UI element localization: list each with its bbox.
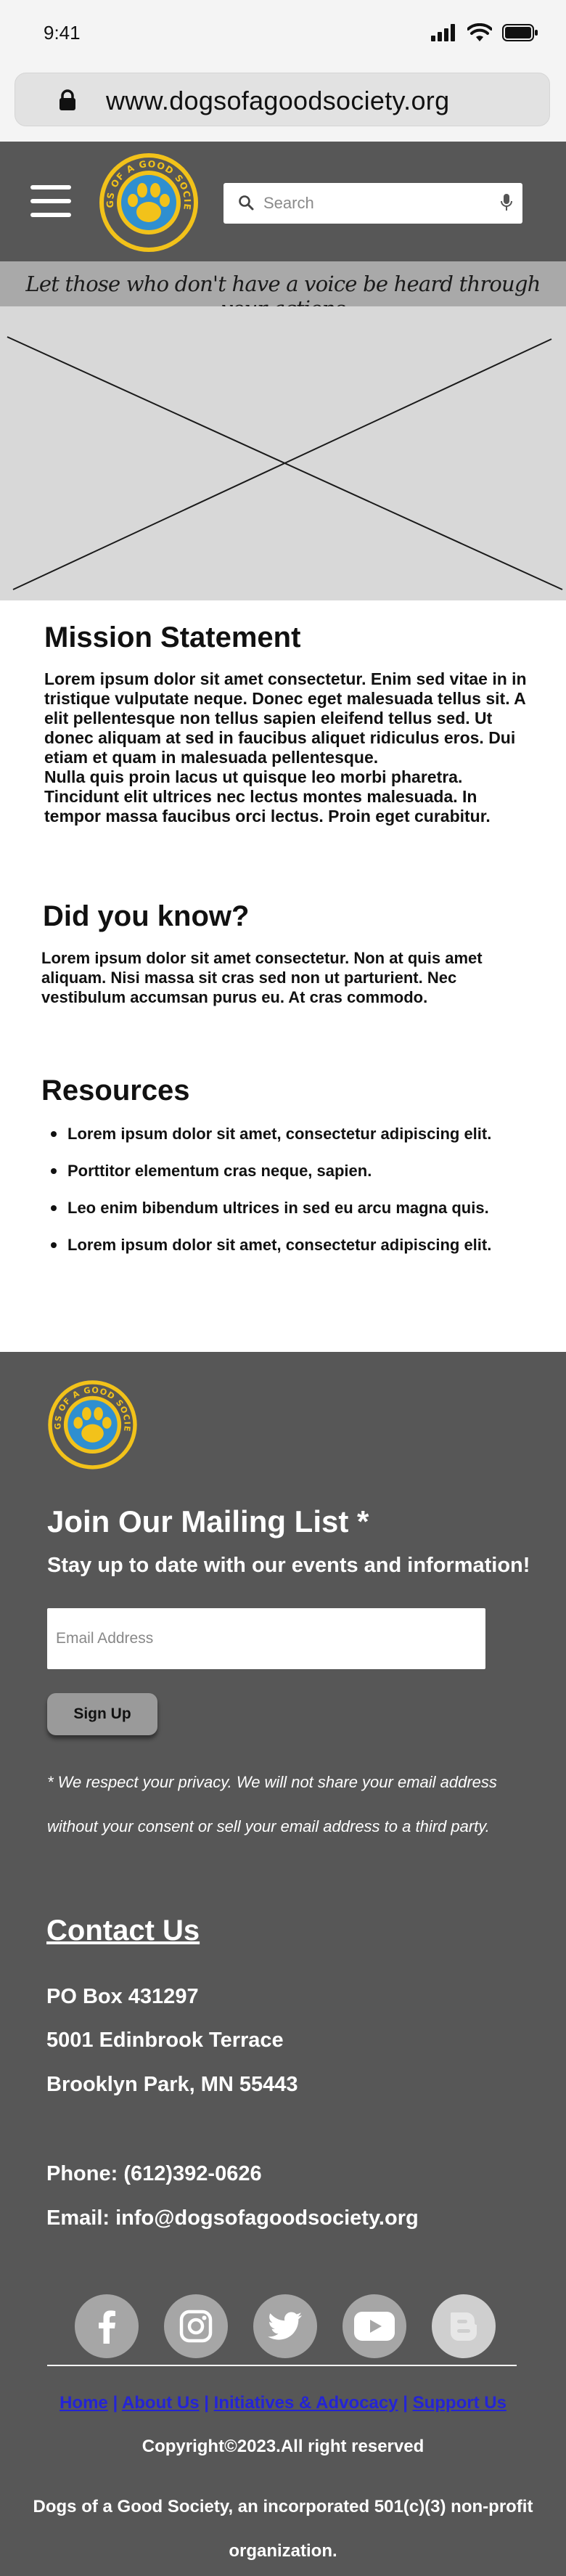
mission-title: Mission Statement <box>44 621 301 653</box>
footer-nav: Home | About Us | Initiatives & Advocacy… <box>0 2393 566 2413</box>
search-input[interactable] <box>263 190 481 216</box>
signal-icon <box>431 24 455 41</box>
footer-divider <box>47 2365 517 2366</box>
resource-item[interactable]: Lorem ipsum dolor sit amet, consectetur … <box>51 1124 522 1144</box>
organization-statement: Dogs of a Good Society, an incorporated … <box>33 2497 533 2561</box>
url-text: www.dogsofagoodsociety.org <box>106 86 450 115</box>
site-header: DOGS OF A GOOD SOCIETY <box>0 142 566 261</box>
footer-link-home[interactable]: Home <box>60 2393 108 2413</box>
email-field[interactable] <box>47 1608 485 1669</box>
twitter-icon[interactable] <box>253 2294 317 2358</box>
link-separator: | <box>204 2393 209 2413</box>
mission-paragraph-2: Nulla quis proin lacus ut quisque leo mo… <box>44 767 491 826</box>
address-line-3: Brooklyn Park, MN 55443 <box>46 2073 298 2096</box>
footer-logo[interactable]: DOGS OF A GOOD SOCIETY <box>44 1375 142 1473</box>
status-icons <box>431 23 538 42</box>
email-contact[interactable]: Email: info@dogsofagoodsociety.org <box>46 2206 419 2230</box>
footer-link-initiatives[interactable]: Initiatives & Advocacy <box>214 2393 398 2413</box>
social-links <box>75 2294 496 2358</box>
blogger-icon[interactable] <box>432 2294 496 2358</box>
link-separator: | <box>403 2393 408 2413</box>
browser-chrome: www.dogsofagoodsociety.org <box>0 65 566 142</box>
resource-item[interactable]: Lorem ipsum dolor sit amet, consectetur … <box>51 1235 522 1255</box>
search-icon <box>239 195 254 211</box>
phone[interactable]: Phone: (612)392-0626 <box>46 2162 262 2186</box>
lock-icon <box>60 89 75 110</box>
facebook-icon[interactable] <box>75 2294 139 2358</box>
mailing-list-title: Join Our Mailing List * <box>47 1504 369 1538</box>
footer-link-support[interactable]: Support Us <box>413 2393 506 2413</box>
copyright: Copyright©2023.All right reserved <box>142 2437 424 2456</box>
mission-paragraph-1: Lorem ipsum dolor sit amet consectetur. … <box>44 669 527 767</box>
resources-title: Resources <box>41 1075 190 1106</box>
did-you-know-body: Lorem ipsum dolor sit amet consectetur. … <box>41 949 483 1006</box>
did-you-know-title: Did you know? <box>43 900 250 932</box>
youtube-icon[interactable] <box>343 2294 406 2358</box>
instagram-icon[interactable] <box>164 2294 228 2358</box>
status-time: 9:41 <box>44 22 81 44</box>
footer-link-about[interactable]: About Us <box>122 2393 200 2413</box>
placeholder-cross-icon <box>7 336 563 590</box>
resources-list: Lorem ipsum dolor sit amet, consectetur … <box>51 1124 522 1272</box>
status-bar: 9:41 <box>0 0 566 65</box>
contact-title: Contact Us <box>46 1915 200 1947</box>
mission-body: Lorem ipsum dolor sit amet consectetur. … <box>44 669 528 826</box>
address-bar[interactable]: www.dogsofagoodsociety.org <box>15 73 550 126</box>
resource-item[interactable]: Leo enim bibendum ultrices in sed eu arc… <box>51 1198 522 1218</box>
menu-icon[interactable] <box>30 185 71 217</box>
link-separator: | <box>112 2393 118 2413</box>
search-box[interactable] <box>223 183 522 224</box>
hero-image-placeholder <box>0 306 566 600</box>
mailing-list-subtitle: Stay up to date with our events and info… <box>47 1554 530 1577</box>
footer: DOGS OF A GOOD SOCIETY Join Our Mailing … <box>0 1352 566 2576</box>
address-line-1: PO Box 431297 <box>46 1985 199 2008</box>
site-logo[interactable]: DOGS OF A GOOD SOCIETY <box>94 147 203 256</box>
address-line-2: 5001 Edinbrook Terrace <box>46 2029 284 2052</box>
privacy-note: * We respect your privacy. We will not s… <box>47 1773 497 1835</box>
tagline-bar: Let those who don't have a voice be hear… <box>0 261 566 321</box>
resource-item[interactable]: Porttitor elementum cras neque, sapien. <box>51 1161 522 1181</box>
battery-icon <box>502 24 538 41</box>
wifi-icon <box>467 23 492 41</box>
microphone-icon[interactable] <box>501 193 512 212</box>
sign-up-button[interactable]: Sign Up <box>47 1693 157 1735</box>
